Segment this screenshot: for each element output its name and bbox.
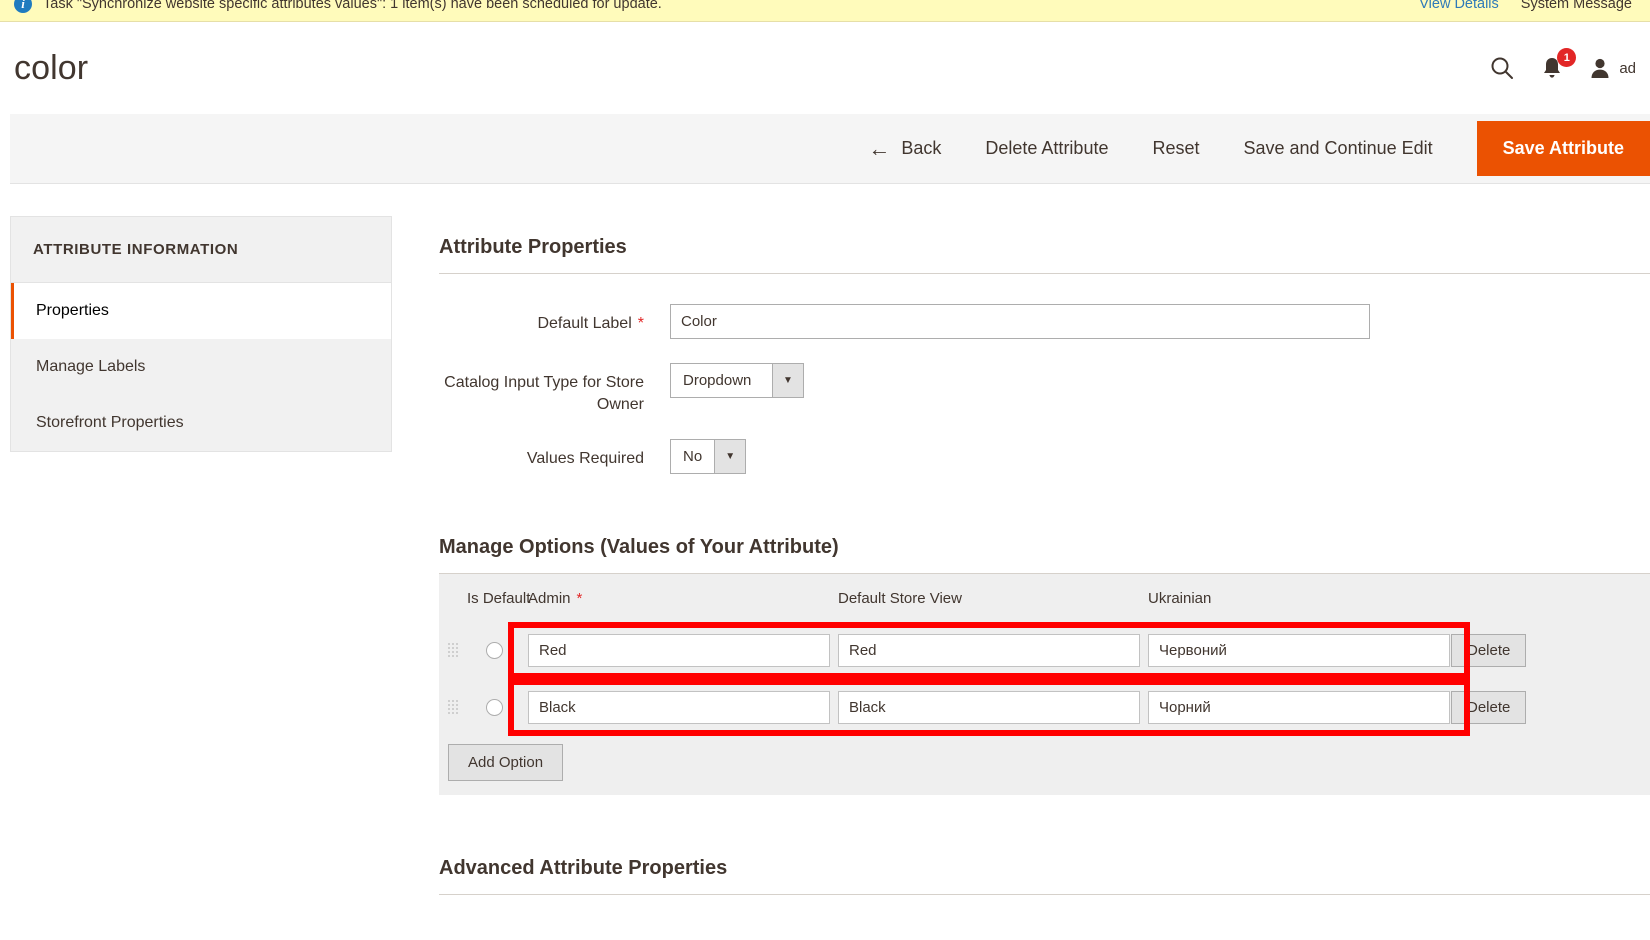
section-divider [439,273,1650,274]
notifications-count-badge: 1 [1557,48,1577,67]
field-label-text: Catalog Input Type for Store Owner [444,374,644,413]
column-header-default-store-view: Default Store View [838,589,962,607]
reset-button[interactable]: Reset [1130,126,1221,172]
chevron-down-icon[interactable]: ▼ [772,364,803,397]
sidebar-item-label: Storefront Properties [36,414,184,431]
info-circle-icon: i [14,0,32,13]
system-message-bar: i Task "Synchronize website specific att… [0,0,1650,22]
delete-option-button[interactable]: Delete [1451,634,1527,668]
user-name-label: ad [1619,59,1636,77]
action-toolbar: ← Back Delete Attribute Reset Save and C… [10,114,1650,184]
is-default-radio[interactable] [485,642,503,660]
option-admin-input[interactable] [528,634,830,668]
save-attribute-label: Save Attribute [1502,138,1624,158]
option-admin-input[interactable] [528,691,830,725]
select-value: Dropdown [683,372,752,389]
column-header-is-default: Is Default [467,589,531,607]
field-label: Default Label * [439,304,644,335]
delete-attribute-button[interactable]: Delete Attribute [963,126,1130,172]
user-avatar-icon [1591,58,1609,78]
user-menu[interactable]: ad [1589,57,1636,79]
sidebar-item-label: Manage Labels [36,358,146,375]
catalog-input-type-select[interactable]: Dropdown ▼ [670,363,804,398]
save-and-continue-edit-button[interactable]: Save and Continue Edit [1222,126,1455,172]
table-row: Delete [439,622,1650,680]
sidebar-heading: ATTRIBUTE INFORMATION [11,217,391,283]
notifications-bell-icon[interactable]: 1 [1541,48,1577,80]
values-required-select[interactable]: No ▼ [670,439,747,475]
is-default-radio[interactable] [485,699,503,717]
manage-options-title: Manage Options (Values of Your Attribute… [439,536,839,559]
arrow-left-icon: ← [868,135,891,161]
sidebar-item-storefront-properties[interactable]: Storefront Properties [11,395,391,451]
field-label: Values Required [439,439,644,470]
page-header: color 1 ad [0,22,1650,114]
column-header-ukrainian: Ukrainian [1148,589,1212,607]
option-ukrainian-input[interactable] [1148,634,1450,668]
back-button[interactable]: ← Back [846,126,963,172]
field-label-text: Values Required [526,450,644,468]
attribute-information-sidebar: ATTRIBUTE INFORMATION Properties Manage … [10,216,392,452]
column-header-admin: Admin * [528,589,583,607]
view-details-link[interactable]: View Details [1419,0,1499,12]
save-and-continue-label: Save and Continue Edit [1243,138,1433,158]
delete-attribute-label: Delete Attribute [985,138,1109,158]
table-row: Delete [439,679,1650,737]
chevron-down-icon[interactable]: ▼ [714,440,746,474]
search-icon[interactable] [1489,55,1515,81]
manage-options-section: Manage Options (Values of Your Attribute… [439,536,1650,796]
section-divider [439,894,1650,896]
drag-handle-icon[interactable] [448,643,459,658]
delete-option-button[interactable]: Delete [1451,691,1527,725]
sidebar-item-properties[interactable]: Properties [11,283,391,339]
field-label-text: Default Label [537,315,632,332]
field-catalog-input-type: Catalog Input Type for Store Owner Dropd… [439,363,1650,415]
default-label-input[interactable] [670,304,1370,339]
option-ukrainian-input[interactable] [1148,691,1450,725]
system-message-label: System Message [1520,0,1632,12]
field-label: Catalog Input Type for Store Owner [439,363,644,415]
page-title: color [14,49,89,87]
back-button-label: Back [901,138,942,158]
required-asterisk: * [576,589,583,607]
reset-label: Reset [1152,138,1200,158]
sidebar-item-manage-labels[interactable]: Manage Labels [11,339,391,395]
attribute-properties-title: Attribute Properties [439,236,627,258]
options-table: Is Default Admin * Default Store View Ukr… [439,574,1650,796]
sidebar-item-label: Properties [36,302,109,319]
field-values-required: Values Required No ▼ [439,439,1650,475]
main-content: Attribute Properties Default Label* Cata… [439,236,1650,896]
drag-handle-icon[interactable] [448,700,459,715]
advanced-attribute-properties-section: Advanced Attribute Properties [439,857,1650,896]
field-default-label: Default Label * [439,304,1650,339]
add-option-button[interactable]: Add Option [448,744,564,782]
advanced-attribute-properties-title: Advanced Attribute Properties [439,857,728,880]
save-attribute-button[interactable]: Save Attribute [1476,121,1650,176]
select-value: No [683,448,703,466]
system-message-text: Task "Synchronize website specific attri… [43,0,662,12]
option-default-store-view-input[interactable] [838,691,1140,725]
option-default-store-view-input[interactable] [838,634,1140,668]
options-table-header: Is Default Admin * Default Store View Ukr… [439,574,1650,623]
